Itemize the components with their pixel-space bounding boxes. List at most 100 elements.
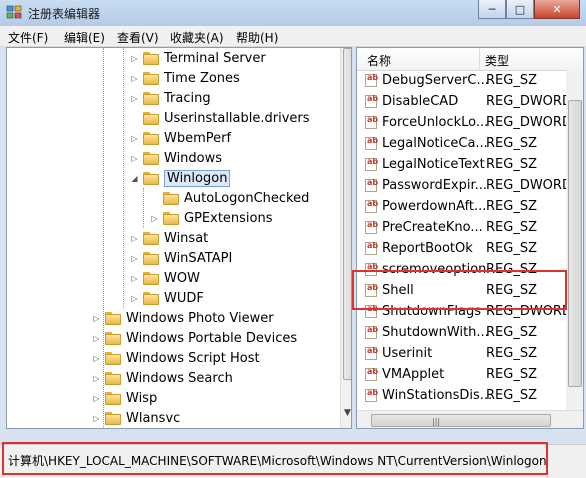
value-name: PowerdownAft...: [382, 199, 487, 214]
tree-node-windows-portable-devices[interactable]: ▷ Windows Portable Devices: [92, 328, 297, 348]
dword-value-icon: [365, 115, 378, 129]
tree-node-tracing[interactable]: ▷ Tracing: [130, 88, 210, 108]
window-title: 注册表编辑器: [28, 7, 101, 21]
close-icon: ✕: [552, 2, 562, 16]
menu-view[interactable]: 查看(V): [117, 29, 159, 46]
expand-icon[interactable]: ▷: [92, 374, 101, 383]
list-horizontal-scrollbar[interactable]: |||: [357, 410, 583, 428]
list-hscroll-thumb[interactable]: |||: [371, 414, 551, 427]
registry-tree[interactable]: ▷ Terminal Server ▷ Time Zones ▷ Tracing…: [6, 47, 352, 429]
tree-scroll-thumb[interactable]: [343, 48, 351, 380]
list-row[interactable]: DebugServerC...REG_SZ: [357, 70, 569, 91]
tree-node-wisp[interactable]: ▷ Wisp: [92, 388, 157, 408]
value-name: ShutdownWith...: [382, 325, 489, 340]
expand-icon[interactable]: ▷: [130, 134, 139, 143]
tree-node-label: Windows Script Host: [126, 350, 260, 366]
list-row[interactable]: WinStationsDis...REG_SZ: [357, 385, 569, 406]
string-value-icon: [365, 199, 378, 213]
tree-node-label: WOW: [164, 270, 200, 286]
tree-node-userinstallable-drivers[interactable]: Userinstallable.drivers: [130, 108, 310, 128]
tree-node-autologonchecked[interactable]: AutoLogonChecked: [150, 188, 309, 208]
expand-icon[interactable]: ▷: [92, 334, 101, 343]
close-button[interactable]: ✕: [534, 0, 580, 19]
expand-icon[interactable]: ▷: [130, 254, 139, 263]
tree-node-gpextensions[interactable]: ▷ GPExtensions: [150, 208, 272, 228]
list-row[interactable]: scremoveoptionREG_SZ: [357, 259, 569, 280]
value-type: REG_SZ: [486, 388, 537, 403]
tree-node-time-zones[interactable]: ▷ Time Zones: [130, 68, 239, 88]
list-row[interactable]: PasswordExpir...REG_DWORD: [357, 175, 572, 196]
list-row[interactable]: DisableCAD REG_DWORD: [357, 91, 572, 112]
menu-edit[interactable]: 编辑(E): [64, 29, 105, 46]
maximize-icon: □: [514, 2, 526, 16]
tree-node-winsat[interactable]: ▷ Winsat: [130, 228, 208, 248]
string-value-icon: [365, 262, 378, 276]
expand-icon[interactable]: ▷: [130, 274, 139, 283]
menu-favorites[interactable]: 收藏夹(A): [170, 29, 224, 46]
tree-node-windows[interactable]: ▷ Windows: [130, 148, 222, 168]
expand-icon[interactable]: ▷: [150, 214, 159, 223]
tree-node-windows-photo-viewer[interactable]: ▷ Windows Photo Viewer: [92, 308, 273, 328]
window-controls: ─ □ ✕: [478, 0, 580, 20]
expand-icon[interactable]: ▷: [130, 234, 139, 243]
dword-value-icon: [365, 304, 378, 318]
tree-node-windows-script-host[interactable]: ▷ Windows Script Host: [92, 348, 260, 368]
expand-icon[interactable]: ▷: [92, 354, 101, 363]
folder-icon: [143, 111, 159, 125]
list-row-shell[interactable]: Shell REG_SZ: [357, 280, 569, 301]
list-row[interactable]: PreCreateKno...REG_SZ: [357, 217, 569, 238]
folder-icon: [143, 91, 159, 105]
tree-node-winsatapi[interactable]: ▷ WinSATAPI: [130, 248, 232, 268]
expand-icon[interactable]: ▷: [92, 314, 101, 323]
list-row[interactable]: Userinit REG_SZ: [357, 343, 569, 364]
column-resize-handle[interactable]: [479, 48, 480, 70]
expand-icon[interactable]: ▷: [130, 154, 139, 163]
expand-icon[interactable]: ▷: [92, 394, 101, 403]
column-header-type[interactable]: 类型: [485, 52, 509, 69]
tree-node-wudf[interactable]: ▷ WUDF: [130, 288, 203, 308]
list-row[interactable]: PowerdownAft...REG_SZ: [357, 196, 569, 217]
tree-node-winlogon[interactable]: ◢ Winlogon: [130, 168, 231, 188]
value-type: REG_DWORD: [486, 94, 572, 109]
value-name: Userinit: [382, 346, 433, 361]
list-row[interactable]: VMApplet REG_SZ: [357, 364, 569, 385]
list-row[interactable]: ShutdownWith...REG_SZ: [357, 322, 569, 343]
folder-icon: [105, 311, 121, 325]
tree-node-windows-search[interactable]: ▷ Windows Search: [92, 368, 232, 388]
list-row[interactable]: LegalNoticeTextREG_SZ: [357, 154, 569, 175]
folder-icon: [143, 231, 159, 245]
minimize-icon: ─: [488, 2, 496, 16]
value-type: REG_SZ: [486, 136, 537, 151]
minimize-button[interactable]: ─: [478, 0, 506, 19]
tree-vertical-scrollbar[interactable]: ▼: [340, 48, 351, 428]
list-row[interactable]: ForceUnlockLo...REG_DWORD: [357, 112, 572, 133]
expand-icon[interactable]: ▷: [130, 74, 139, 83]
list-scroll-thumb[interactable]: [568, 100, 582, 387]
tree-node-terminal-server[interactable]: ▷ Terminal Server: [130, 48, 265, 68]
expand-icon[interactable]: ▷: [130, 94, 139, 103]
expand-icon[interactable]: ▷: [130, 54, 139, 63]
list-vertical-scrollbar[interactable]: [566, 70, 583, 410]
folder-icon: [163, 211, 179, 225]
tree-node-wlansvc[interactable]: ▷ Wlansvc: [92, 408, 180, 428]
list-row[interactable]: LegalNoticeCa...REG_SZ: [357, 133, 569, 154]
menu-file[interactable]: 文件(F): [8, 29, 48, 46]
expand-icon[interactable]: ▷: [92, 414, 101, 423]
menu-help[interactable]: 帮助(H): [236, 29, 278, 46]
tree-node-wow[interactable]: ▷ WOW: [130, 268, 200, 288]
list-row[interactable]: ShutdownFlags REG_DWORD: [357, 301, 572, 322]
column-header-name[interactable]: 名称: [367, 52, 391, 69]
folder-icon: [143, 131, 159, 145]
expand-icon[interactable]: ▷: [130, 294, 139, 303]
folder-icon: [143, 271, 159, 285]
tree-node-label-selected: Winlogon: [164, 169, 231, 187]
tree-node-label: Wisp: [126, 390, 158, 406]
value-name: WinStationsDis...: [382, 388, 493, 403]
values-list[interactable]: 名称 类型 DebugServerC...REG_SZ DisableCADRE…: [356, 47, 584, 429]
maximize-button[interactable]: □: [506, 0, 534, 19]
scroll-down-arrow-icon[interactable]: ▼: [344, 408, 351, 418]
tree-node-wbemperf[interactable]: ▷ WbemPerf: [130, 128, 231, 148]
tree-node-label: Userinstallable.drivers: [164, 110, 310, 126]
list-row[interactable]: ReportBootOk REG_SZ: [357, 238, 569, 259]
collapse-icon[interactable]: ◢: [130, 174, 139, 183]
